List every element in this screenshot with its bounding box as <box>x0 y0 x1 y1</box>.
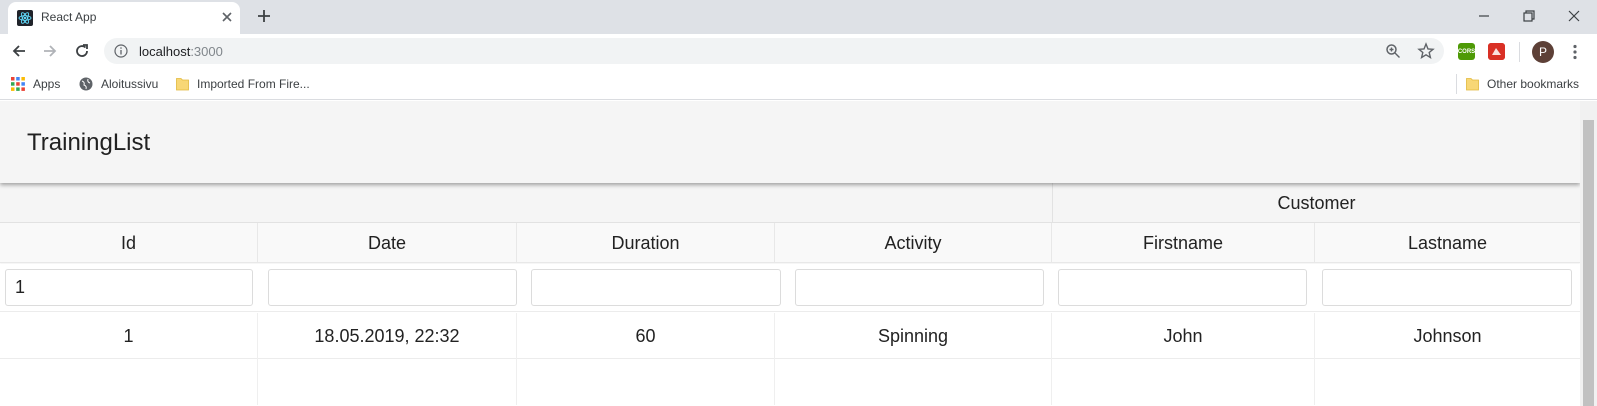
column-header-duration[interactable]: Duration <box>517 223 775 263</box>
forward-arrow-icon[interactable] <box>41 42 59 60</box>
cell-lastname <box>1315 359 1580 405</box>
column-header-id[interactable]: Id <box>0 223 258 263</box>
cell-duration <box>517 359 775 405</box>
folder-icon <box>1466 78 1479 91</box>
cell-id: 1 <box>0 313 258 359</box>
url-port: :3000 <box>190 44 223 59</box>
cell-firstname: John <box>1052 313 1315 359</box>
bookmark-other-folder[interactable]: Other bookmarks <box>1466 76 1579 92</box>
cors-extension-icon[interactable]: CORS <box>1458 43 1475 60</box>
column-header-lastname[interactable]: Lastname <box>1315 223 1580 263</box>
browser-tab[interactable]: React App <box>8 2 240 34</box>
restore-icon[interactable] <box>1519 6 1539 26</box>
bookmark-aloitussivu[interactable]: Aloitussivu <box>79 76 158 92</box>
table-row[interactable]: 1 18.05.2019, 22:32 60 Spinning John Joh… <box>0 313 1580 359</box>
folder-icon <box>176 78 189 91</box>
column-header-row: Id Date Duration Activity Firstname Last… <box>0 223 1580 263</box>
cell-lastname: Johnson <box>1413 325 1482 346</box>
bookmark-aloitussivu-label: Aloitussivu <box>101 77 159 91</box>
customer-group-header: Customer <box>1052 183 1580 223</box>
address-bar[interactable] <box>104 38 1444 64</box>
bookmark-other-label: Other bookmarks <box>1487 77 1580 91</box>
new-tab-icon[interactable] <box>255 7 273 25</box>
cell-firstname <box>1052 359 1315 405</box>
zoom-icon[interactable] <box>1385 43 1401 59</box>
bookmark-apps-label: Apps <box>33 77 61 91</box>
reload-icon[interactable] <box>73 42 91 60</box>
filter-input-duration[interactable] <box>531 269 781 306</box>
training-table: Customer Id Date Duration Activity First… <box>0 183 1580 406</box>
filter-row <box>0 264 1580 312</box>
minimize-icon[interactable] <box>1474 6 1494 26</box>
table-row-empty <box>0 359 1580 405</box>
bookmarks-divider <box>1456 74 1457 94</box>
column-header-activity[interactable]: Activity <box>775 223 1052 263</box>
close-window-icon[interactable] <box>1564 6 1584 26</box>
bookmark-imported-folder[interactable]: Imported From Fire... <box>176 76 310 92</box>
toolbar-divider <box>1519 42 1520 62</box>
filter-input-activity[interactable] <box>795 269 1044 306</box>
more-menu-icon[interactable] <box>1567 43 1583 61</box>
filter-input-date[interactable] <box>268 269 517 306</box>
extension-icon[interactable] <box>1488 43 1505 60</box>
react-logo-icon <box>17 10 33 26</box>
close-tab-icon[interactable] <box>219 9 235 25</box>
filter-input-id[interactable] <box>5 269 253 306</box>
cell-activity: Spinning <box>775 313 1052 359</box>
url-host: localhost <box>139 44 191 59</box>
globe-icon <box>79 77 93 91</box>
bookmark-imported-label: Imported From Fire... <box>197 77 310 91</box>
profile-avatar[interactable]: P <box>1532 41 1554 63</box>
back-arrow-icon[interactable] <box>10 42 28 60</box>
bookmark-apps[interactable]: Apps <box>11 76 60 92</box>
info-icon[interactable] <box>114 44 128 58</box>
page-title: TrainingList <box>27 129 151 156</box>
cell-id <box>0 359 258 405</box>
page-viewport: TrainingList Customer Id Date Duration A… <box>0 101 1580 406</box>
cell-date: 18.05.2019, 22:32 <box>258 313 517 359</box>
filter-input-firstname[interactable] <box>1058 269 1307 306</box>
scrollbar-thumb[interactable] <box>1583 120 1594 406</box>
group-header-row: Customer <box>0 183 1580 223</box>
cell-duration: 60 <box>517 313 775 359</box>
url-text[interactable]: localhost:3000 <box>139 44 223 59</box>
bookmark-star-icon[interactable] <box>1417 42 1435 60</box>
filter-input-lastname[interactable] <box>1322 269 1572 306</box>
tab-title: React App <box>41 10 97 24</box>
cell-activity <box>775 359 1052 405</box>
app-header: TrainingList <box>0 101 1580 183</box>
column-header-date[interactable]: Date <box>258 223 517 263</box>
apps-grid-icon <box>11 77 25 91</box>
cell-date <box>258 359 517 405</box>
column-header-firstname[interactable]: Firstname <box>1052 223 1315 263</box>
